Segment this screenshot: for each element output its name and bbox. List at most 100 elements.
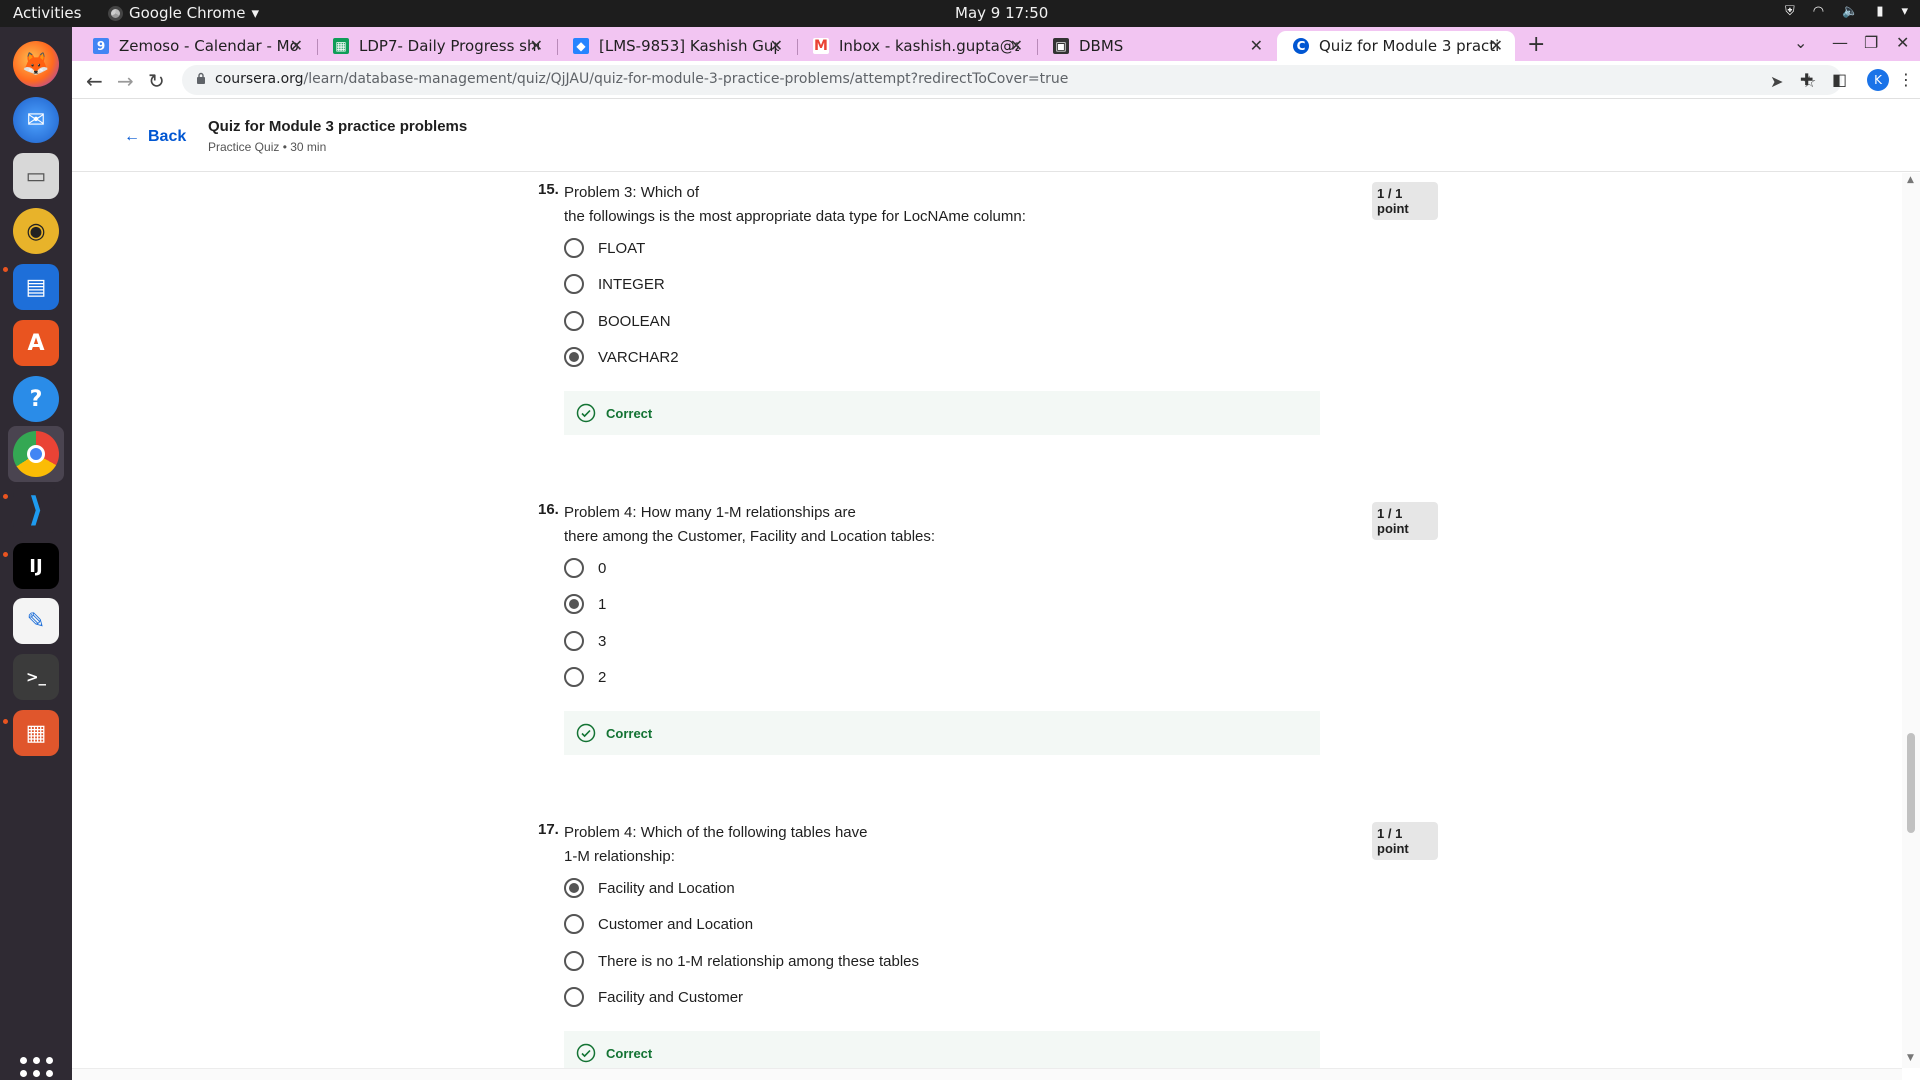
writer-icon[interactable]: ▤ — [8, 259, 64, 315]
close-tab-icon[interactable]: ✕ — [1250, 36, 1263, 55]
side-panel-icon[interactable]: ◧ — [1832, 70, 1847, 89]
check-circle-icon — [576, 1043, 596, 1063]
radio-button[interactable] — [564, 914, 584, 934]
tab-search-icon[interactable]: ⌄ — [1794, 33, 1807, 52]
scroll-up-icon[interactable]: ▲ — [1907, 175, 1914, 185]
question-text: Problem 3: Which of the followings is th… — [564, 181, 1026, 229]
radio-button[interactable] — [564, 238, 584, 258]
tab-calendar[interactable]: 9 Zemoso - Calendar - Mond ✕ — [77, 31, 315, 61]
scrollbar-thumb[interactable] — [1907, 733, 1915, 833]
forward-arrow-icon[interactable]: → — [117, 69, 134, 93]
contact-card-favicon-icon: ▣ — [1053, 38, 1069, 54]
terminal-icon[interactable]: >_ — [8, 649, 64, 705]
profile-avatar[interactable]: K — [1867, 69, 1889, 91]
minimize-icon[interactable]: — — [1832, 33, 1848, 52]
question-number: 17. — [538, 821, 559, 838]
scroll-down-icon[interactable]: ▼ — [1907, 1053, 1914, 1063]
option-facility-and-customer[interactable]: Facility and Customer — [564, 987, 743, 1007]
vertical-scrollbar[interactable]: ▲ ▼ — [1902, 173, 1920, 1068]
option-integer[interactable]: INTEGER — [564, 274, 665, 294]
tab-quiz-active[interactable]: C Quiz for Module 3 practic ✕ — [1277, 31, 1515, 61]
check-circle-icon — [576, 403, 596, 423]
option-customer-and-location[interactable]: Customer and Location — [564, 914, 753, 934]
option-facility-and-location[interactable]: Facility and Location — [564, 878, 735, 898]
vscode-icon[interactable]: ⟩ — [8, 482, 64, 538]
horizontal-scrollbar[interactable] — [72, 1068, 1902, 1080]
question-number: 15. — [538, 181, 559, 198]
tab-progress-sheet[interactable]: ▦ LDP7- Daily Progress shee ✕ — [317, 31, 555, 61]
radio-button[interactable] — [564, 274, 584, 294]
option-label: VARCHAR2 — [598, 348, 679, 366]
quiz-title: Quiz for Module 3 practice problems — [208, 118, 468, 135]
system-tray[interactable]: ⛨ ◠ 🔈 ▮ ▾ — [1785, 4, 1908, 19]
text-editor-icon[interactable]: ✎ — [8, 593, 64, 649]
chrome-icon[interactable] — [8, 426, 64, 482]
firefox-icon[interactable]: 🦊 — [8, 36, 64, 92]
close-tab-icon[interactable]: ✕ — [530, 36, 543, 55]
tab-dbms[interactable]: ▣ DBMS ✕ — [1037, 31, 1275, 61]
url-host: coursera.org — [215, 71, 304, 87]
web-page: ← Back Quiz for Module 3 practice proble… — [72, 100, 1920, 1080]
tab-jira[interactable]: ◆ [LMS-9853] Kashish Gupta ✕ — [557, 31, 795, 61]
kebab-menu-icon[interactable]: ⋮ — [1898, 70, 1914, 89]
show-apps-icon[interactable] — [20, 1057, 53, 1080]
option-label: Customer and Location — [598, 915, 754, 933]
address-bar[interactable]: coursera.org/learn/database-management/q… — [182, 65, 1842, 95]
rhythmbox-icon[interactable]: ◉ — [8, 203, 64, 259]
close-tab-icon[interactable]: ✕ — [770, 36, 783, 55]
impress-icon[interactable]: ▦ — [8, 705, 64, 761]
back-link[interactable]: ← Back — [124, 128, 186, 146]
radio-button[interactable] — [564, 631, 584, 651]
question-line: Problem 4: Which of the following tables… — [564, 824, 868, 841]
send-icon[interactable]: ➤ — [1770, 72, 1783, 91]
close-tab-icon[interactable]: ✕ — [1010, 36, 1023, 55]
radio-button-selected[interactable] — [564, 594, 584, 614]
option-2[interactable]: 2 — [564, 667, 606, 687]
option-no-relationship[interactable]: There is no 1-M relationship among these… — [564, 951, 919, 971]
tab-gmail[interactable]: M Inbox - kashish.gupta@ze ✕ — [797, 31, 1035, 61]
tab-title: DBMS — [1079, 37, 1124, 55]
intellij-icon[interactable]: IJ — [8, 538, 64, 594]
coursera-favicon-icon: C — [1293, 38, 1309, 54]
points-badge: 1 / 1 point — [1372, 822, 1438, 860]
tab-strip: 9 Zemoso - Calendar - Mond ✕ ▦ LDP7- Dai… — [72, 27, 1920, 61]
radio-button[interactable] — [564, 667, 584, 687]
restore-icon[interactable]: ❐ — [1864, 33, 1878, 52]
activities-button[interactable]: Activities — [13, 4, 81, 22]
question-line: Problem 3: Which of — [564, 184, 700, 201]
option-label: INTEGER — [598, 275, 665, 293]
option-0[interactable]: 0 — [564, 558, 606, 578]
app-center-icon[interactable]: A — [8, 315, 64, 371]
option-varchar2[interactable]: VARCHAR2 — [564, 347, 679, 367]
close-window-icon[interactable]: ✕ — [1896, 33, 1909, 52]
chrome-small-icon — [108, 5, 123, 21]
system-top-bar: Activities Google Chrome ▾ May 9 17:50 ⛨… — [0, 0, 1920, 27]
option-boolean[interactable]: BOOLEAN — [564, 311, 671, 331]
jira-favicon-icon: ◆ — [573, 38, 589, 54]
radio-button[interactable] — [564, 987, 584, 1007]
close-tab-icon[interactable]: ✕ — [290, 36, 303, 55]
help-icon[interactable]: ? — [8, 371, 64, 427]
question-line: the followings is the most appropriate d… — [564, 208, 1026, 225]
points-badge: 1 / 1 point — [1372, 502, 1438, 540]
radio-button[interactable] — [564, 951, 584, 971]
thunderbird-icon[interactable]: ✉ — [8, 92, 64, 148]
back-arrow-icon[interactable]: ← — [86, 69, 103, 93]
close-tab-icon[interactable]: ✕ — [1490, 36, 1503, 55]
option-label: There is no 1-M relationship among these… — [598, 952, 920, 970]
option-3[interactable]: 3 — [564, 631, 606, 651]
new-tab-icon[interactable]: + — [1527, 32, 1545, 57]
app-menu[interactable]: Google Chrome ▾ — [108, 4, 259, 22]
reload-icon[interactable]: ↻ — [148, 69, 165, 93]
files-icon[interactable]: ▭ — [8, 148, 64, 204]
radio-button[interactable] — [564, 311, 584, 331]
sheets-favicon-icon: ▦ — [333, 38, 349, 54]
radio-button-selected[interactable] — [564, 878, 584, 898]
radio-button[interactable] — [564, 558, 584, 578]
radio-button-selected[interactable] — [564, 347, 584, 367]
option-label: 2 — [598, 668, 607, 686]
option-1[interactable]: 1 — [564, 594, 606, 614]
extensions-puzzle-icon[interactable]: ✚ — [1800, 70, 1813, 89]
option-float[interactable]: FLOAT — [564, 238, 645, 258]
clock[interactable]: May 9 17:50 — [955, 4, 1048, 22]
